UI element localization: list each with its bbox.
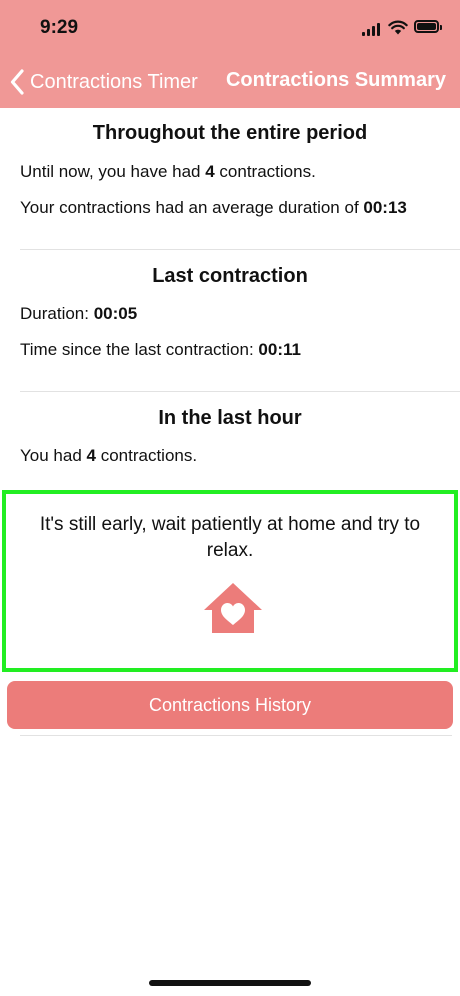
time-since-label: Time since the last contraction: xyxy=(20,340,259,359)
last-hour-prefix: You had xyxy=(20,446,87,465)
last-duration-value: 00:05 xyxy=(93,304,138,323)
back-button[interactable]: Contractions Timer xyxy=(10,68,198,96)
last-hour-section: In the last hour xyxy=(0,407,460,430)
house-heart-icon xyxy=(204,583,262,633)
average-duration-value: 00:13 xyxy=(363,198,407,217)
header: 9:29 Contractions Timer Contractions Sum… xyxy=(0,0,460,108)
average-duration-text: Your contractions had an average duratio… xyxy=(20,198,407,218)
advice-text: It's still early, wait patiently at home… xyxy=(39,514,421,561)
chevron-left-icon xyxy=(10,69,24,95)
last-duration-label: Duration: xyxy=(20,304,94,323)
last-contraction-title: Last contraction xyxy=(152,265,308,287)
last-duration-text: Duration: 00:05 xyxy=(20,304,137,324)
total-contractions-value: 4 xyxy=(205,162,215,181)
total-contractions-prefix: Until now, you have had xyxy=(20,162,206,181)
last-contraction-section: Last contraction xyxy=(0,265,460,288)
last-hour-value: 4 xyxy=(86,446,96,465)
total-contractions-text: Until now, you have had 4 contractions. xyxy=(20,162,316,182)
wifi-icon xyxy=(388,20,408,35)
contractions-history-button[interactable]: Contractions History xyxy=(7,681,453,729)
last-hour-title: In the last hour xyxy=(158,407,302,429)
battery-icon xyxy=(414,20,442,33)
average-duration-prefix: Your contractions had an average duratio… xyxy=(20,198,364,217)
divider xyxy=(20,391,460,392)
advice-box: It's still early, wait patiently at home… xyxy=(2,490,458,672)
divider xyxy=(20,735,452,736)
navigation-bar: Contractions Timer Contractions Summary xyxy=(0,56,460,108)
page-title: Contractions Summary xyxy=(225,69,446,91)
status-time: 9:29 xyxy=(40,17,79,38)
last-hour-suffix: contractions. xyxy=(95,446,198,465)
total-contractions-suffix: contractions. xyxy=(214,162,316,181)
status-bar: 9:29 xyxy=(0,0,460,56)
last-hour-text: You had 4 contractions. xyxy=(20,446,197,466)
time-since-value: 00:11 xyxy=(258,340,301,359)
divider xyxy=(20,249,460,250)
entire-period-title: Throughout the entire period xyxy=(92,122,368,144)
screen: 9:29 Contractions Timer Contractions Sum… xyxy=(0,0,460,996)
home-indicator[interactable] xyxy=(149,980,311,986)
entire-period-section: Throughout the entire period xyxy=(0,122,460,145)
cellular-signal-icon xyxy=(362,22,382,36)
time-since-text: Time since the last contraction: 00:11 xyxy=(20,340,301,360)
back-label: Contractions Timer xyxy=(30,70,198,93)
